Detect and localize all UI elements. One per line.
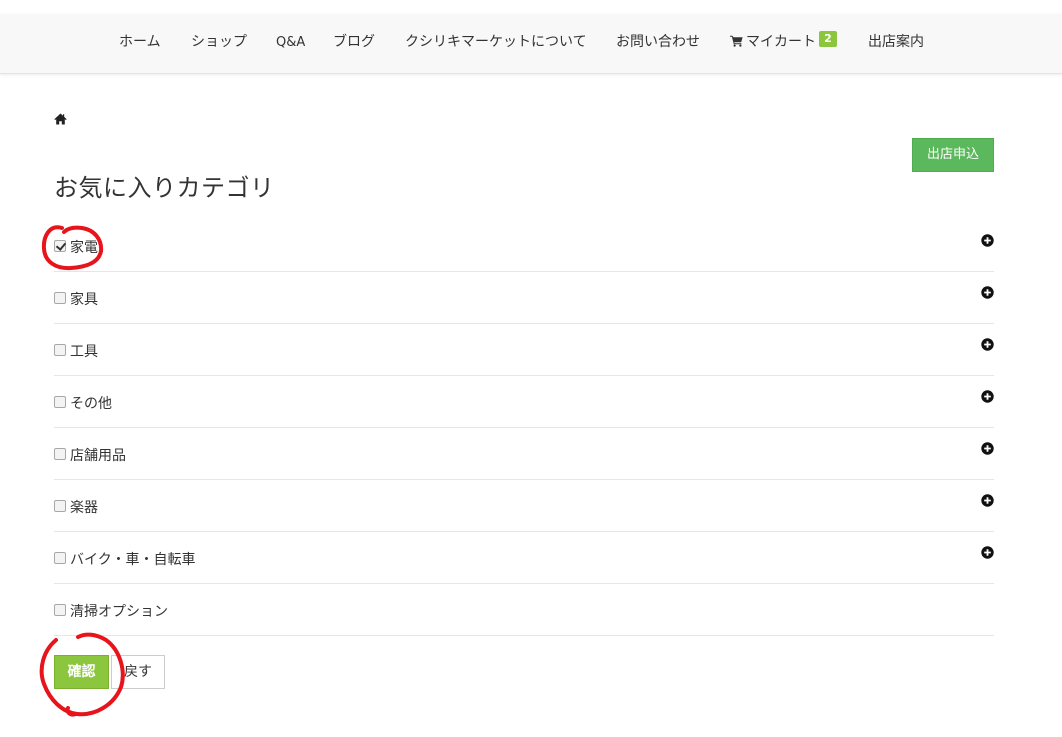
plus-circle-icon[interactable] xyxy=(981,234,994,247)
top-strip xyxy=(0,0,1062,14)
plus-circle-icon[interactable] xyxy=(981,442,994,455)
nav-qa[interactable]: Q&A xyxy=(276,34,305,52)
category-label[interactable]: 家電 xyxy=(70,237,98,257)
category-checkbox[interactable] xyxy=(54,396,66,408)
category-label[interactable]: 家具 xyxy=(70,289,98,309)
category-checkbox[interactable] xyxy=(54,344,66,356)
category-checkbox[interactable] xyxy=(54,552,66,564)
nav-shop[interactable]: ショップ xyxy=(191,33,247,51)
category-checkbox[interactable] xyxy=(54,604,66,616)
nav-blog[interactable]: ブログ xyxy=(333,33,375,51)
plus-circle-icon[interactable] xyxy=(981,494,994,507)
page-title: お気に入りカテゴリ xyxy=(54,174,275,202)
category-checkbox[interactable] xyxy=(54,500,66,512)
category-label[interactable]: 店舗用品 xyxy=(70,445,126,465)
plus-circle-icon[interactable] xyxy=(981,546,994,559)
main-navbar: ホーム ショップ Q&A ブログ クシリキマーケットについて お問い合わせ マイ… xyxy=(0,14,1062,74)
category-label[interactable]: その他 xyxy=(70,393,112,413)
category-row: 店舗用品 xyxy=(54,428,994,480)
category-label[interactable]: 清掃オプション xyxy=(70,601,168,621)
confirm-button[interactable]: 確認 xyxy=(54,655,109,689)
cart-count-badge: 2 xyxy=(819,31,837,47)
category-row: 家電 xyxy=(54,220,994,272)
category-checkbox[interactable] xyxy=(54,240,66,252)
category-checkbox[interactable] xyxy=(54,292,66,304)
nav-contact[interactable]: お問い合わせ xyxy=(616,33,700,51)
category-label[interactable]: 工具 xyxy=(70,341,98,361)
category-label[interactable]: 楽器 xyxy=(70,497,98,517)
category-label[interactable]: バイク・車・自転車 xyxy=(70,549,195,569)
nav-cart-label: マイカート xyxy=(746,34,816,50)
cart-icon xyxy=(730,35,743,47)
category-row: バイク・車・自転車 xyxy=(54,532,994,584)
category-row: 楽器 xyxy=(54,480,994,532)
store-apply-button[interactable]: 出店申込 xyxy=(912,138,994,172)
nav-my-cart[interactable]: マイカート xyxy=(730,33,816,51)
nav-about[interactable]: クシリキマーケットについて xyxy=(405,33,587,51)
nav-home[interactable]: ホーム xyxy=(119,33,161,51)
category-checkbox[interactable] xyxy=(54,448,66,460)
home-icon[interactable] xyxy=(54,113,67,125)
category-row: 家具 xyxy=(54,272,994,324)
nav-store-guide[interactable]: 出店案内 xyxy=(868,33,924,51)
plus-circle-icon[interactable] xyxy=(981,286,994,299)
plus-circle-icon[interactable] xyxy=(981,390,994,403)
category-row: 清掃オプション xyxy=(54,584,994,636)
category-row: 工具 xyxy=(54,324,994,376)
back-button[interactable]: 戻す xyxy=(111,655,165,689)
category-row: その他 xyxy=(54,376,994,428)
plus-circle-icon[interactable] xyxy=(981,338,994,351)
